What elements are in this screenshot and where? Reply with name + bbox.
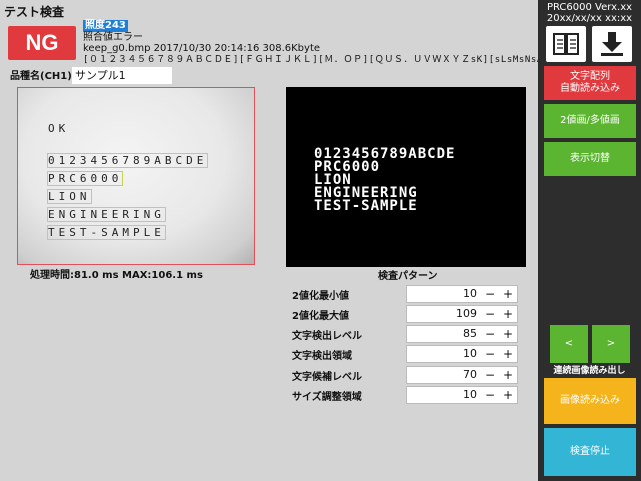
download-icon: [601, 32, 623, 56]
load-image-button[interactable]: 画像読み込み: [544, 378, 636, 424]
prev-button[interactable]: <: [550, 325, 588, 363]
product-label: 品種名(CH1): [10, 71, 72, 82]
param-value[interactable]: 10: [407, 287, 477, 300]
param-input[interactable]: 10 − +: [406, 285, 518, 303]
param-input[interactable]: 10 − +: [406, 345, 518, 363]
camera-line: 0123456789ABCDE: [46, 153, 209, 168]
param-value[interactable]: 85: [407, 327, 477, 340]
param-value[interactable]: 109: [407, 307, 477, 320]
next-button[interactable]: >: [592, 325, 630, 363]
stop-inspection-button[interactable]: 検査停止: [544, 428, 636, 476]
continuous-label: 連続画像読み出し: [553, 366, 626, 376]
minus-button[interactable]: −: [483, 326, 497, 342]
camera-image: OK 0123456789ABCDE PRC6000 LION ENGINEER…: [17, 87, 255, 265]
param-input[interactable]: 70 − +: [406, 366, 518, 384]
manual-button[interactable]: [546, 26, 586, 62]
param-row: 文字候補レベル 70 − +: [286, 366, 526, 384]
char-set: [０１２３４５６７８９ＡＢＣＤＥ][ＦＧＨＩＪＫＬ][Ｍ．ＯＰ][ＱＵＳ．ＵＶＷ…: [83, 55, 555, 65]
display-toggle-button[interactable]: 表示切替: [544, 142, 636, 176]
pattern-line: TEST-SAMPLE: [314, 198, 418, 214]
param-input[interactable]: 109 − +: [406, 305, 518, 323]
plus-button[interactable]: +: [501, 326, 515, 342]
param-row: 文字検出領域 10 − +: [286, 345, 526, 363]
camera-line: ENGINEERING: [47, 207, 166, 222]
param-label: 文字検出領域: [292, 351, 352, 362]
param-label: 文字検出レベル: [292, 331, 362, 342]
camera-line: LION: [47, 189, 92, 204]
plus-button[interactable]: +: [501, 367, 515, 383]
product-input[interactable]: サンプル1: [72, 67, 172, 84]
param-label: 2値化最大値: [292, 311, 349, 322]
processing-time: 処理時間:81.0 ms MAX:106.1 ms: [30, 270, 203, 281]
camera-line: PRC6000: [46, 171, 124, 186]
param-value[interactable]: 70: [407, 368, 477, 381]
minus-button[interactable]: −: [483, 346, 497, 362]
minus-button[interactable]: −: [483, 367, 497, 383]
binary-toggle-button[interactable]: 2値画/多値画: [544, 104, 636, 138]
param-input[interactable]: 85 − +: [406, 325, 518, 343]
param-row: サイズ調整領域 10 − +: [286, 386, 526, 404]
param-row: 2値化最小値 10 − +: [286, 285, 526, 303]
save-button[interactable]: [592, 26, 632, 62]
char-read-button[interactable]: 文字配列 自動読み込み: [544, 66, 636, 100]
plus-button[interactable]: +: [501, 387, 515, 403]
param-label: 文字候補レベル: [292, 372, 362, 383]
param-value[interactable]: 10: [407, 347, 477, 360]
minus-button[interactable]: −: [483, 387, 497, 403]
param-label: 2値化最小値: [292, 291, 349, 302]
param-value[interactable]: 10: [407, 388, 477, 401]
app-title: テスト検査: [4, 5, 65, 19]
minus-button[interactable]: −: [483, 306, 497, 322]
plus-button[interactable]: +: [501, 306, 515, 322]
version-text: PRC6000 Verx.xx: [546, 2, 633, 13]
param-input[interactable]: 10 − +: [406, 386, 518, 404]
file-info: keep_g0.bmp 2017/10/30 20:14:16 308.6Kby…: [83, 43, 321, 54]
param-row: 文字検出レベル 85 − +: [286, 325, 526, 343]
camera-line: TEST-SAMPLE: [47, 225, 166, 240]
plus-button[interactable]: +: [501, 346, 515, 362]
param-label: サイズ調整領域: [292, 392, 362, 403]
book-icon: [553, 33, 579, 55]
result-badge: NG: [8, 26, 76, 60]
result-code: 照度243: [83, 20, 128, 32]
pattern-image: 0123456789ABCDE PRC6000 LION ENGINEERING…: [286, 87, 526, 267]
camera-line: OK: [48, 122, 70, 135]
pattern-label: 検査パターン: [378, 271, 438, 282]
param-row: 2値化最大値 109 − +: [286, 305, 526, 323]
minus-button[interactable]: −: [483, 286, 497, 302]
plus-button[interactable]: +: [501, 286, 515, 302]
datetime-text: 20xx/xx/xx xx:xx: [546, 13, 633, 24]
